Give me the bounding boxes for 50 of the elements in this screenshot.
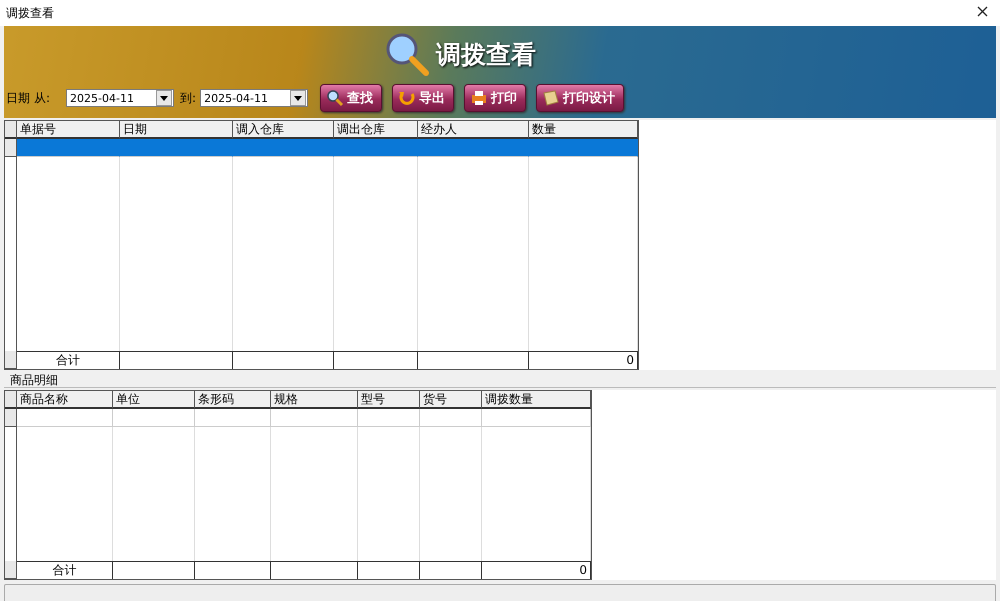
- table-row-cell[interactable]: [358, 409, 420, 427]
- table-row-cell[interactable]: [420, 409, 482, 427]
- table-row-cell[interactable]: [17, 409, 113, 427]
- table-row-cell[interactable]: [271, 409, 358, 427]
- column-header[interactable]: 货号: [420, 391, 482, 409]
- column-header[interactable]: 条形码: [195, 391, 271, 409]
- design-button[interactable]: 打印设计: [536, 84, 624, 112]
- column-header[interactable]: 单位: [113, 391, 195, 409]
- column-header[interactable]: 经办人: [418, 121, 529, 139]
- circular-arrow-icon: [398, 89, 416, 107]
- export-button[interactable]: 导出: [392, 84, 454, 112]
- table-row-cell[interactable]: [195, 409, 271, 427]
- window-title: 调拨查看: [6, 4, 54, 22]
- total-value: 0: [529, 351, 638, 369]
- column-header[interactable]: 日期: [120, 121, 233, 139]
- total-label: 合计: [17, 351, 120, 369]
- date-label: 日期: [6, 90, 30, 106]
- table-row-cell[interactable]: [17, 139, 120, 157]
- magnifier-icon: [326, 89, 344, 107]
- from-label: 从:: [34, 90, 50, 106]
- search-button[interactable]: 查找: [320, 84, 382, 112]
- column-header[interactable]: 单据号: [17, 121, 120, 139]
- paper-icon: [542, 89, 560, 107]
- print-button[interactable]: 打印: [464, 84, 526, 112]
- dropdown-caret-icon: [160, 96, 168, 100]
- table-row-cell[interactable]: [113, 409, 195, 427]
- column-header[interactable]: 规格: [271, 391, 358, 409]
- column-header[interactable]: 型号: [358, 391, 420, 409]
- table-row-cell[interactable]: [529, 139, 638, 157]
- total-label: 合计: [17, 561, 113, 579]
- printer-icon: [470, 89, 488, 107]
- total-value: 0: [482, 561, 591, 579]
- magnifier-icon: [384, 31, 430, 77]
- close-icon: [977, 6, 988, 17]
- total-cell: [358, 561, 420, 579]
- row-indicator[interactable]: [5, 139, 17, 157]
- dropdown-caret-icon: [294, 96, 302, 100]
- table-row-cell[interactable]: [482, 409, 591, 427]
- banner-title: 调拨查看: [436, 38, 536, 70]
- row-indicator[interactable]: [5, 409, 17, 427]
- to-label: 到:: [180, 90, 196, 106]
- total-cell: [420, 561, 482, 579]
- column-header[interactable]: 商品名称: [17, 391, 113, 409]
- section-title: 商品明细: [10, 373, 58, 387]
- column-header[interactable]: 调出仓库: [334, 121, 418, 139]
- column-header[interactable]: 调入仓库: [233, 121, 334, 139]
- column-header[interactable]: 调拨数量: [482, 391, 591, 409]
- from-date-field[interactable]: 2025-04-11: [66, 89, 174, 107]
- to-date-field[interactable]: 2025-04-11: [200, 89, 308, 107]
- column-header[interactable]: 数量: [529, 121, 638, 139]
